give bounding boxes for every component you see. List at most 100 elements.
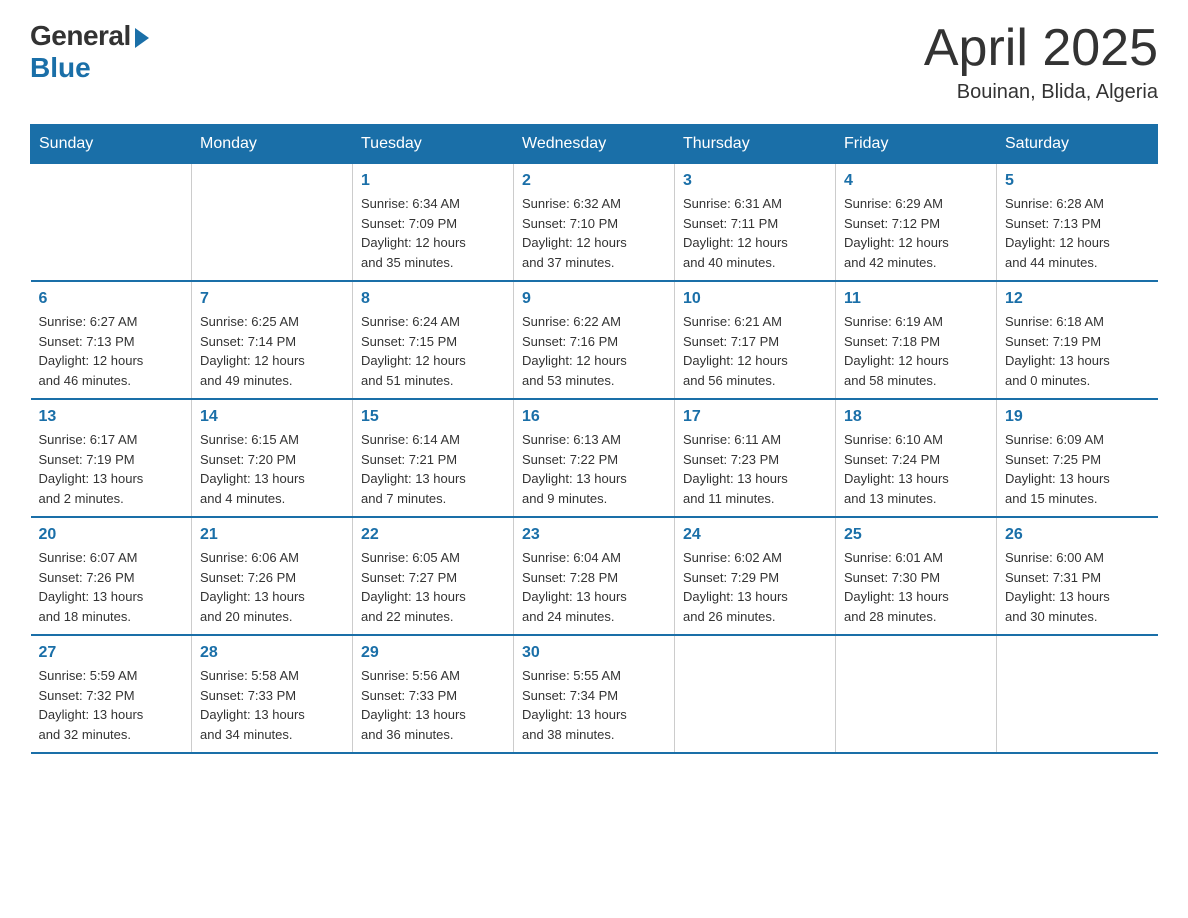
calendar-week-row: 27 Sunrise: 5:59 AM Sunset: 7:32 PM Dayli… — [31, 635, 1158, 753]
calendar-cell: 27 Sunrise: 5:59 AM Sunset: 7:32 PM Dayli… — [31, 635, 192, 753]
logo-blue-text: Blue — [30, 52, 91, 84]
day-info: Sunrise: 6:28 AM Sunset: 7:13 PM Dayligh… — [1005, 194, 1150, 272]
calendar-cell: 24Sunrise: 6:02 AM Sunset: 7:29 PM Dayli… — [675, 517, 836, 635]
calendar-cell: 29 Sunrise: 5:56 AM Sunset: 7:33 PM Dayli… — [353, 635, 514, 753]
day-info: Sunrise: 6:34 AM Sunset: 7:09 PM Dayligh… — [361, 194, 505, 272]
day-number: 23 — [522, 526, 666, 544]
calendar-cell: 17 Sunrise: 6:11 AM Sunset: 7:23 PM Dayli… — [675, 399, 836, 517]
calendar-cell: 11 Sunrise: 6:19 AM Sunset: 7:18 PM Dayli… — [836, 281, 997, 399]
day-number: 16 — [522, 408, 666, 426]
calendar-cell: 4 Sunrise: 6:29 AM Sunset: 7:12 PM Daylig… — [836, 164, 997, 282]
weekday-header-friday: Friday — [836, 125, 997, 164]
calendar-cell: 19 Sunrise: 6:09 AM Sunset: 7:25 PM Dayli… — [997, 399, 1158, 517]
calendar-cell: 13 Sunrise: 6:17 AM Sunset: 7:19 PM Dayli… — [31, 399, 192, 517]
day-info: Sunrise: 6:13 AM Sunset: 7:22 PM Dayligh… — [522, 430, 666, 508]
day-number: 29 — [361, 644, 505, 662]
day-info: Sunrise: 6:06 AM Sunset: 7:26 PM Dayligh… — [200, 548, 344, 626]
calendar-cell: 22 Sunrise: 6:05 AM Sunset: 7:27 PM Dayli… — [353, 517, 514, 635]
calendar-week-row: 1Sunrise: 6:34 AM Sunset: 7:09 PM Daylig… — [31, 164, 1158, 282]
calendar-cell: 26 Sunrise: 6:00 AM Sunset: 7:31 PM Dayli… — [997, 517, 1158, 635]
day-number: 14 — [200, 408, 344, 426]
day-number: 17 — [683, 408, 827, 426]
day-info: Sunrise: 6:29 AM Sunset: 7:12 PM Dayligh… — [844, 194, 988, 272]
calendar-header-row: SundayMondayTuesdayWednesdayThursdayFrid… — [31, 125, 1158, 164]
calendar-cell: 14 Sunrise: 6:15 AM Sunset: 7:20 PM Dayli… — [192, 399, 353, 517]
weekday-header-saturday: Saturday — [997, 125, 1158, 164]
day-number: 27 — [39, 644, 184, 662]
day-number: 20 — [39, 526, 184, 544]
month-title: April 2025 — [924, 20, 1158, 77]
weekday-header-thursday: Thursday — [675, 125, 836, 164]
day-number: 28 — [200, 644, 344, 662]
day-number: 3 — [683, 172, 827, 190]
weekday-header-tuesday: Tuesday — [353, 125, 514, 164]
calendar-cell: 28 Sunrise: 5:58 AM Sunset: 7:33 PM Dayli… — [192, 635, 353, 753]
weekday-header-sunday: Sunday — [31, 125, 192, 164]
day-info: Sunrise: 6:05 AM Sunset: 7:27 PM Dayligh… — [361, 548, 505, 626]
calendar-week-row: 20 Sunrise: 6:07 AM Sunset: 7:26 PM Dayli… — [31, 517, 1158, 635]
logo-general-text: General — [30, 20, 131, 52]
day-number: 12 — [1005, 290, 1150, 308]
calendar-table: SundayMondayTuesdayWednesdayThursdayFrid… — [30, 124, 1158, 754]
day-number: 18 — [844, 408, 988, 426]
day-info: Sunrise: 6:11 AM Sunset: 7:23 PM Dayligh… — [683, 430, 827, 508]
location-title: Bouinan, Blida, Algeria — [924, 81, 1158, 104]
day-number: 2 — [522, 172, 666, 190]
day-info: Sunrise: 6:18 AM Sunset: 7:19 PM Dayligh… — [1005, 312, 1150, 390]
day-info: Sunrise: 6:02 AM Sunset: 7:29 PM Dayligh… — [683, 548, 827, 626]
day-info: Sunrise: 6:10 AM Sunset: 7:24 PM Dayligh… — [844, 430, 988, 508]
day-number: 11 — [844, 290, 988, 308]
calendar-cell: 9Sunrise: 6:22 AM Sunset: 7:16 PM Daylig… — [514, 281, 675, 399]
day-number: 8 — [361, 290, 505, 308]
title-block: April 2025 Bouinan, Blida, Algeria — [924, 20, 1158, 104]
calendar-cell: 16 Sunrise: 6:13 AM Sunset: 7:22 PM Dayli… — [514, 399, 675, 517]
day-info: Sunrise: 6:32 AM Sunset: 7:10 PM Dayligh… — [522, 194, 666, 272]
calendar-week-row: 13 Sunrise: 6:17 AM Sunset: 7:19 PM Dayli… — [31, 399, 1158, 517]
day-number: 30 — [522, 644, 666, 662]
calendar-cell: 18 Sunrise: 6:10 AM Sunset: 7:24 PM Dayli… — [836, 399, 997, 517]
day-number: 26 — [1005, 526, 1150, 544]
day-info: Sunrise: 6:00 AM Sunset: 7:31 PM Dayligh… — [1005, 548, 1150, 626]
calendar-cell: 7Sunrise: 6:25 AM Sunset: 7:14 PM Daylig… — [192, 281, 353, 399]
day-info: Sunrise: 6:04 AM Sunset: 7:28 PM Dayligh… — [522, 548, 666, 626]
calendar-cell: 2 Sunrise: 6:32 AM Sunset: 7:10 PM Daylig… — [514, 164, 675, 282]
day-number: 4 — [844, 172, 988, 190]
day-info: Sunrise: 6:09 AM Sunset: 7:25 PM Dayligh… — [1005, 430, 1150, 508]
day-number: 22 — [361, 526, 505, 544]
calendar-cell — [31, 164, 192, 282]
day-number: 7 — [200, 290, 344, 308]
day-number: 10 — [683, 290, 827, 308]
calendar-cell: 21 Sunrise: 6:06 AM Sunset: 7:26 PM Dayli… — [192, 517, 353, 635]
day-info: Sunrise: 5:59 AM Sunset: 7:32 PM Dayligh… — [39, 666, 184, 744]
calendar-cell: 12 Sunrise: 6:18 AM Sunset: 7:19 PM Dayli… — [997, 281, 1158, 399]
weekday-header-monday: Monday — [192, 125, 353, 164]
day-info: Sunrise: 6:14 AM Sunset: 7:21 PM Dayligh… — [361, 430, 505, 508]
calendar-cell — [997, 635, 1158, 753]
calendar-cell — [192, 164, 353, 282]
day-info: Sunrise: 6:31 AM Sunset: 7:11 PM Dayligh… — [683, 194, 827, 272]
calendar-cell: 3 Sunrise: 6:31 AM Sunset: 7:11 PM Daylig… — [675, 164, 836, 282]
day-number: 19 — [1005, 408, 1150, 426]
day-number: 6 — [39, 290, 184, 308]
logo-arrow-icon — [135, 28, 149, 48]
calendar-cell: 5Sunrise: 6:28 AM Sunset: 7:13 PM Daylig… — [997, 164, 1158, 282]
day-info: Sunrise: 6:07 AM Sunset: 7:26 PM Dayligh… — [39, 548, 184, 626]
day-info: Sunrise: 6:21 AM Sunset: 7:17 PM Dayligh… — [683, 312, 827, 390]
day-number: 15 — [361, 408, 505, 426]
day-info: Sunrise: 6:22 AM Sunset: 7:16 PM Dayligh… — [522, 312, 666, 390]
page-header: General Blue April 2025 Bouinan, Blida, … — [30, 20, 1158, 104]
calendar-cell: 23 Sunrise: 6:04 AM Sunset: 7:28 PM Dayli… — [514, 517, 675, 635]
day-info: Sunrise: 5:58 AM Sunset: 7:33 PM Dayligh… — [200, 666, 344, 744]
day-info: Sunrise: 6:15 AM Sunset: 7:20 PM Dayligh… — [200, 430, 344, 508]
day-info: Sunrise: 6:17 AM Sunset: 7:19 PM Dayligh… — [39, 430, 184, 508]
calendar-cell — [675, 635, 836, 753]
day-info: Sunrise: 5:55 AM Sunset: 7:34 PM Dayligh… — [522, 666, 666, 744]
calendar-cell: 6Sunrise: 6:27 AM Sunset: 7:13 PM Daylig… — [31, 281, 192, 399]
day-number: 21 — [200, 526, 344, 544]
calendar-week-row: 6Sunrise: 6:27 AM Sunset: 7:13 PM Daylig… — [31, 281, 1158, 399]
day-info: Sunrise: 6:19 AM Sunset: 7:18 PM Dayligh… — [844, 312, 988, 390]
day-info: Sunrise: 5:56 AM Sunset: 7:33 PM Dayligh… — [361, 666, 505, 744]
day-info: Sunrise: 6:24 AM Sunset: 7:15 PM Dayligh… — [361, 312, 505, 390]
day-number: 25 — [844, 526, 988, 544]
day-number: 13 — [39, 408, 184, 426]
